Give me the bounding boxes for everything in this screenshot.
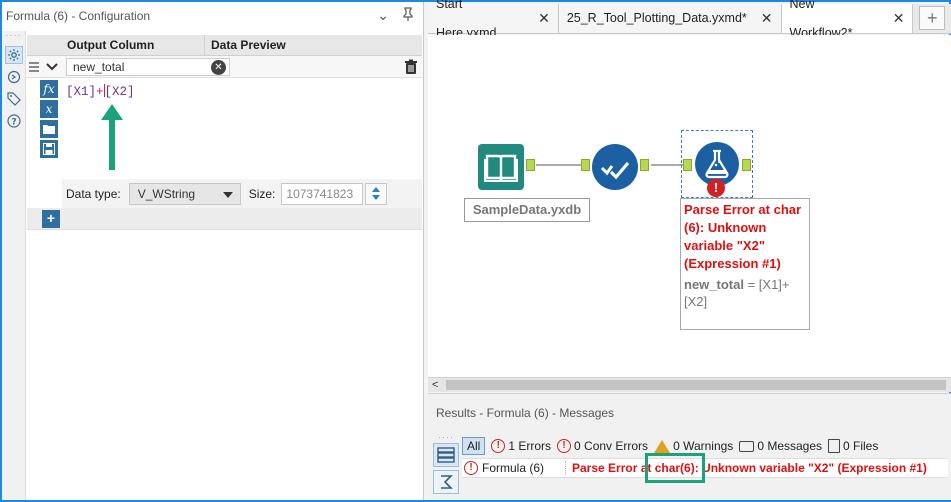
data-preview-header: Data Preview — [211, 38, 286, 52]
filter-errors-button[interactable]: ! 1 Errors — [491, 439, 551, 453]
formula-annotation: Parse Error at char (6): Unknown variabl… — [680, 198, 810, 330]
size-stepper[interactable] — [365, 182, 388, 205]
error-icon: ! — [464, 461, 478, 475]
input-anchor[interactable] — [683, 159, 692, 171]
trash-icon[interactable] — [403, 59, 419, 75]
dropdown-arrow-icon — [222, 191, 233, 198]
collapse-chevron-icon[interactable]: ⌄ — [377, 7, 389, 24]
gear-icon[interactable] — [4, 46, 23, 64]
filter-warnings-button[interactable]: 0 Warnings — [654, 439, 733, 453]
results-title: Results - Formula (6) - Messages — [436, 406, 615, 420]
configuration-panel: Formula (6) - Configuration ⌄ ···· ? Out… — [2, 2, 424, 500]
svg-text:?: ? — [11, 118, 16, 128]
configuration-side-toolbar: ···· ? — [2, 31, 26, 500]
tab-new-workflow2[interactable]: New Workflow2* ✕ — [781, 0, 914, 40]
grip-dots: ···· — [438, 432, 454, 442]
app-window: Formula (6) - Configuration ⌄ ···· ? Out… — [0, 0, 951, 502]
grip-dots: ···· — [5, 30, 22, 40]
size-input[interactable]: 1073741823 — [281, 182, 364, 205]
message-icon — [739, 440, 755, 452]
input-tool-label: SampleData.yxdb — [464, 198, 590, 222]
message-text: Parse Error at char(6): Unknown variable… — [572, 461, 927, 475]
annotation-expression: new_total = [X1]+ [X2] — [684, 277, 790, 309]
connection-icon[interactable] — [5, 68, 23, 86]
expression-operand-x2: [X2] — [104, 85, 135, 99]
variable-icon[interactable]: x — [40, 100, 58, 118]
results-panel: Results - Formula (6) - Messages ···· Al… — [428, 393, 951, 500]
configuration-title: Formula (6) - Configuration — [2, 2, 423, 31]
add-field-button[interactable]: + — [42, 210, 60, 228]
filter-all-button[interactable]: All — [462, 437, 486, 455]
annotation-arrow-icon — [101, 104, 123, 170]
error-icon: ! — [491, 439, 506, 453]
callout-highlight-box — [645, 453, 705, 483]
output-column-header: Output Column — [63, 35, 205, 55]
canvas-horizontal-scrollbar[interactable]: < — [428, 377, 951, 392]
select-tool-icon[interactable] — [592, 144, 638, 190]
filter-conv-errors-button[interactable]: ! 0 Conv Errors — [557, 439, 648, 453]
function-icon[interactable]: fx — [40, 80, 58, 98]
message-source: ! Formula (6) — [462, 461, 566, 475]
error-badge-icon: ! — [707, 179, 725, 197]
stepper-up-icon[interactable] — [372, 187, 381, 192]
summary-view-icon[interactable] — [433, 470, 459, 494]
data-type-select[interactable]: V_WString — [128, 182, 241, 205]
conversion-error-icon: ! — [557, 439, 572, 453]
field-grid-header: Output Column Data Preview — [27, 35, 422, 56]
clear-icon[interactable]: ✕ — [211, 60, 226, 75]
output-anchor[interactable] — [742, 159, 751, 171]
chevron-down-icon[interactable] — [41, 56, 63, 78]
file-icon — [828, 439, 841, 453]
formula-field-row[interactable]: new_total ✕ — [27, 56, 422, 78]
close-icon[interactable]: ✕ — [761, 4, 773, 33]
size-label: Size: — [248, 186, 276, 201]
scrollbar-thumb[interactable] — [446, 380, 946, 390]
data-type-row: Data type: V_WString Size: 1073741823 — [62, 179, 422, 208]
expression-operand-x1: [X1] — [66, 85, 97, 99]
close-icon[interactable]: ✕ — [893, 4, 905, 33]
open-folder-icon[interactable] — [40, 120, 58, 138]
filter-messages-button[interactable]: 0 Messages — [739, 439, 822, 453]
messages-view-icon[interactable] — [433, 443, 459, 467]
data-type-label: Data type: — [66, 186, 121, 201]
output-anchor[interactable] — [640, 159, 649, 171]
filter-files-button[interactable]: 0 Files — [828, 439, 878, 453]
annotation-error-text: Parse Error at char (6): Unknown variabl… — [684, 202, 802, 271]
new-tab-button[interactable]: + — [919, 6, 945, 30]
warning-icon — [654, 439, 671, 453]
help-icon[interactable]: ? — [5, 112, 23, 130]
output-column-input[interactable]: new_total — [66, 58, 230, 76]
workflow-tabs: Start Here.yxmd ✕ 25_R_Tool_Plotting_Data… — [428, 0, 951, 40]
tag-icon[interactable] — [5, 90, 23, 108]
drag-handle-icon[interactable] — [27, 56, 41, 78]
message-row[interactable]: ! Formula (6) Parse Error at char(6): Unk… — [462, 458, 948, 478]
close-icon[interactable]: ✕ — [538, 4, 550, 33]
output-anchor[interactable] — [526, 159, 535, 171]
stepper-down-icon[interactable] — [372, 195, 381, 200]
tab-start-here[interactable]: Start Here.yxmd ✕ — [428, 0, 559, 40]
input-data-tool-icon[interactable] — [478, 144, 524, 190]
input-anchor[interactable] — [581, 159, 590, 171]
pin-icon[interactable] — [401, 7, 415, 24]
save-icon[interactable] — [40, 140, 58, 158]
expression-toolbar: fx x — [40, 80, 60, 160]
add-field-row: + — [27, 208, 422, 230]
scroll-left-icon[interactable]: < — [432, 379, 438, 391]
expression-operator: + — [96, 85, 104, 99]
tab-r-tool-plotting[interactable]: 25_R_Tool_Plotting_Data.yxmd* ✕ — [558, 4, 782, 33]
